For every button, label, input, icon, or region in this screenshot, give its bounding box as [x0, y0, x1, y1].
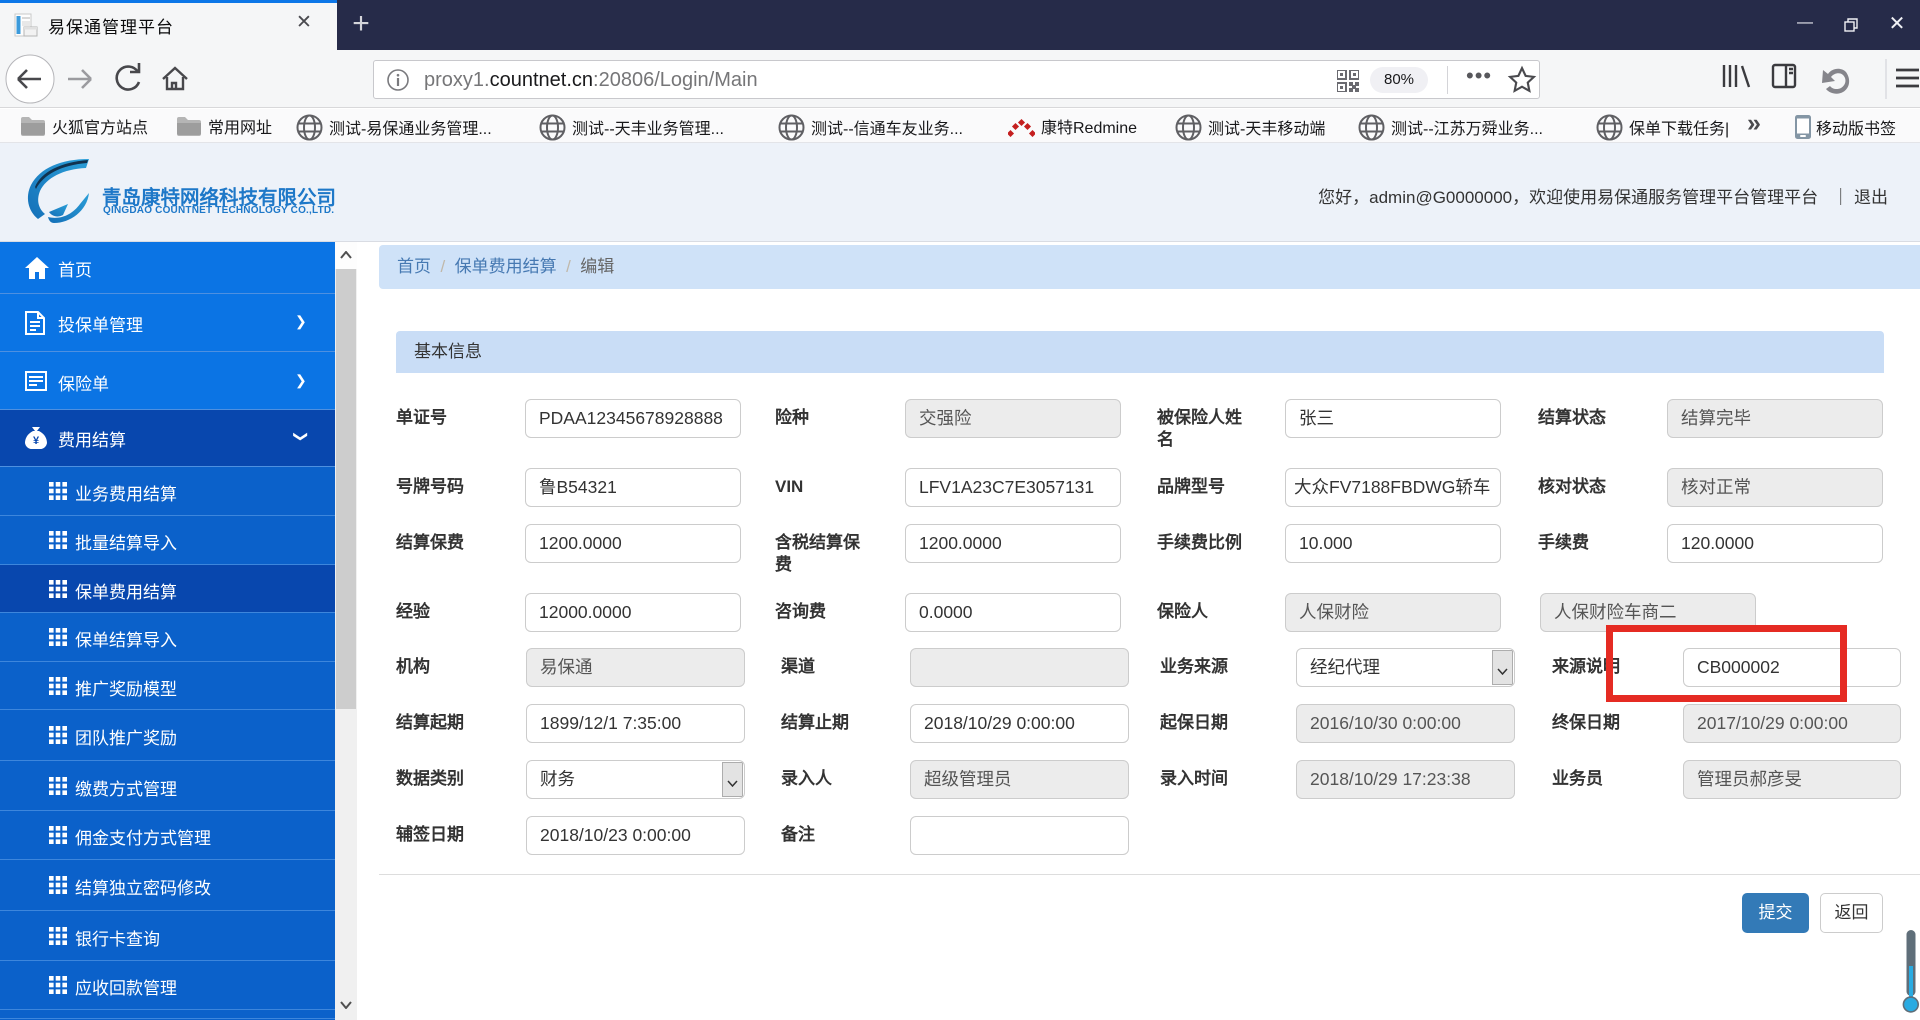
svg-text:¥: ¥: [33, 435, 40, 447]
